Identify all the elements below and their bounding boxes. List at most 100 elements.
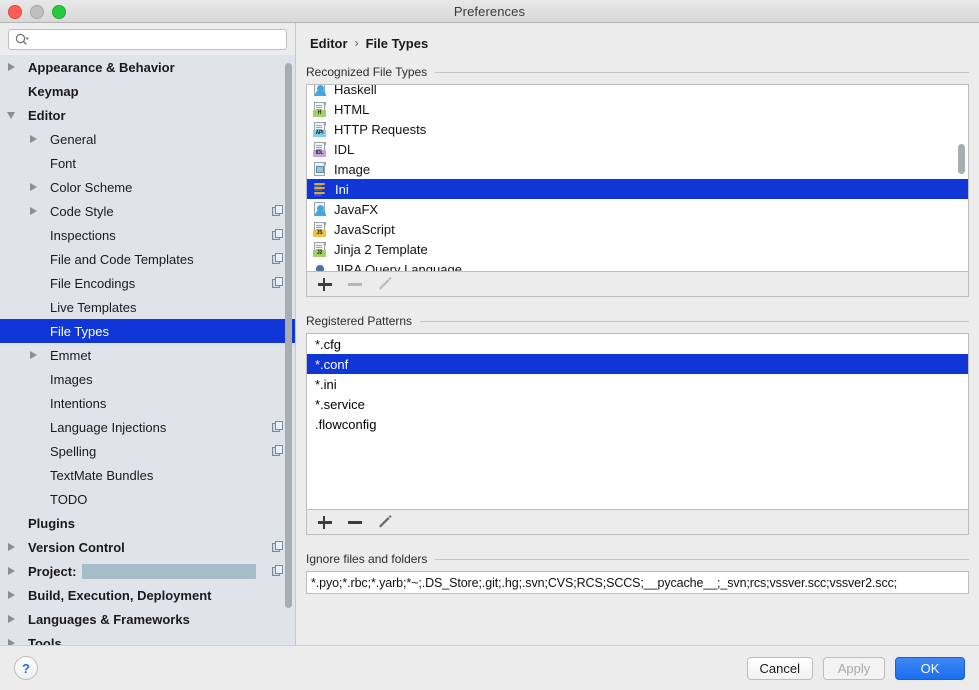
haskell-file-icon [313, 84, 327, 97]
pattern-row[interactable]: *.cfg [307, 334, 968, 354]
sidebar-item-languages-frameworks[interactable]: Languages & Frameworks [0, 607, 295, 631]
chevron-right-icon[interactable] [22, 183, 44, 191]
close-window-icon[interactable] [8, 5, 22, 19]
chevron-right-icon[interactable] [22, 135, 44, 143]
file-type-row[interactable]: APIHTTP Requests [307, 119, 968, 139]
sidebar-item-label: Languages & Frameworks [22, 612, 190, 627]
file-type-row[interactable]: Image [307, 159, 968, 179]
chevron-right-icon[interactable] [0, 615, 22, 623]
sidebar-item-label: Intentions [44, 396, 106, 411]
jinja-file-icon: J2 [313, 242, 327, 257]
chevron-right-icon[interactable] [0, 543, 22, 551]
add-icon[interactable] [317, 276, 333, 292]
apply-button[interactable]: Apply [823, 657, 885, 680]
pattern-row[interactable]: *.service [307, 394, 968, 414]
registered-patterns-toolbar [306, 510, 969, 535]
help-button[interactable]: ? [14, 656, 38, 680]
search-field[interactable] [8, 29, 287, 50]
sidebar-item-file-and-code-templates[interactable]: File and Code Templates [0, 247, 295, 271]
sidebar-item-label: Emmet [44, 348, 91, 363]
sidebar-item-label: General [44, 132, 96, 147]
dialog-body: Appearance & BehaviorKeymap Editor General… [0, 23, 979, 645]
file-type-row[interactable]: Ini [307, 179, 968, 199]
file-type-row[interactable]: J2 Jinja 2 Template [307, 239, 968, 259]
sidebar-item-label: File Encodings [44, 276, 135, 291]
maximize-window-icon[interactable] [52, 5, 66, 19]
edit-pencil-icon [377, 276, 393, 292]
add-icon[interactable] [317, 514, 333, 530]
file-type-row[interactable]: HHTML [307, 99, 968, 119]
file-type-label: JavaScript [334, 222, 395, 237]
edit-pencil-icon[interactable] [377, 514, 393, 530]
sidebar-item-file-types[interactable]: File Types [0, 319, 295, 343]
pattern-label: *.service [315, 397, 365, 412]
file-type-label: JavaFX [334, 202, 378, 217]
remove-icon[interactable] [347, 514, 363, 530]
pattern-row[interactable]: *.conf [307, 354, 968, 374]
chevron-right-icon[interactable] [0, 639, 22, 645]
minimize-window-icon[interactable] [30, 5, 44, 19]
pattern-label: *.ini [315, 377, 337, 392]
file-type-row[interactable]: IDLIDL [307, 139, 968, 159]
sidebar-item-project[interactable]: Project: [0, 559, 295, 583]
sidebar-item-language-injections[interactable]: Language Injections [0, 415, 295, 439]
sidebar-item-appearance-behavior[interactable]: Appearance & Behavior [0, 55, 295, 79]
sidebar-item-label: Color Scheme [44, 180, 132, 195]
sidebar-item-file-encodings[interactable]: File Encodings [0, 271, 295, 295]
window-title: Preferences [0, 4, 979, 19]
sidebar-item-color-scheme[interactable]: Color Scheme [0, 175, 295, 199]
file-types-scrollbar-track[interactable] [957, 87, 966, 269]
sidebar-item-code-style[interactable]: Code Style [0, 199, 295, 223]
sidebar-item-spelling[interactable]: Spelling [0, 439, 295, 463]
registered-patterns-list[interactable]: *.cfg*.conf *.ini *.service .flowconfig [306, 333, 969, 510]
sidebar-item-intentions[interactable]: Intentions [0, 391, 295, 415]
chevron-down-icon[interactable] [0, 112, 22, 119]
file-type-row[interactable]: JSJavaScript [307, 219, 968, 239]
patterns-section-label: Registered Patterns [306, 314, 412, 328]
title-bar: Preferences [0, 0, 979, 23]
settings-tree[interactable]: Appearance & BehaviorKeymap Editor General… [0, 55, 295, 645]
sidebar-item-label: Build, Execution, Deployment [22, 588, 211, 603]
ok-button[interactable]: OK [895, 657, 965, 680]
file-type-label: Jinja 2 Template [334, 242, 428, 257]
file-type-row[interactable]: Haskell [307, 84, 968, 99]
sidebar-item-tools[interactable]: Tools [0, 631, 295, 645]
section-divider [435, 559, 969, 560]
pattern-row[interactable]: .flowconfig [307, 414, 968, 434]
sidebar-scrollbar-thumb[interactable] [285, 63, 292, 608]
sidebar-item-font[interactable]: Font [0, 151, 295, 175]
search-input[interactable] [33, 33, 280, 47]
sidebar-item-emmet[interactable]: Emmet [0, 343, 295, 367]
settings-sidebar: Appearance & BehaviorKeymap Editor General… [0, 23, 296, 645]
sidebar-item-inspections[interactable]: Inspections [0, 223, 295, 247]
chevron-right-icon[interactable] [22, 351, 44, 359]
sidebar-item-todo[interactable]: TODO [0, 487, 295, 511]
sidebar-scrollbar-track[interactable] [284, 57, 293, 643]
ignore-section-label: Ignore files and folders [306, 552, 427, 566]
sidebar-item-images[interactable]: Images [0, 367, 295, 391]
file-types-scrollbar-thumb[interactable] [958, 144, 965, 174]
sidebar-item-version-control[interactable]: Version Control [0, 535, 295, 559]
cancel-button[interactable]: Cancel [747, 657, 813, 680]
recognized-file-types-list[interactable]: HaskellHHTMLAPIHTTP RequestsIDLIDLImageI… [306, 84, 969, 272]
sidebar-item-textmate-bundles[interactable]: TextMate Bundles [0, 463, 295, 487]
chevron-right-icon[interactable] [22, 207, 44, 215]
sidebar-item-editor[interactable]: Editor [0, 103, 295, 127]
sidebar-item-label: Editor [22, 108, 66, 123]
chevron-right-icon[interactable] [0, 63, 22, 71]
sidebar-item-keymap[interactable]: Keymap [0, 79, 295, 103]
sidebar-item-general[interactable]: General [0, 127, 295, 151]
sidebar-item-label: Inspections [44, 228, 116, 243]
recognized-section-header: Recognized File Types [306, 65, 969, 79]
pattern-row[interactable]: *.ini [307, 374, 968, 394]
chevron-right-icon[interactable] [0, 591, 22, 599]
ignore-files-input[interactable] [306, 571, 969, 594]
sidebar-item-plugins[interactable]: Plugins [0, 511, 295, 535]
breadcrumb-root[interactable]: Editor [310, 36, 348, 51]
file-type-row[interactable]: JavaFX [307, 199, 968, 219]
file-type-label: HTTP Requests [334, 122, 426, 137]
chevron-right-icon[interactable] [0, 567, 22, 575]
file-type-row[interactable]: JIRA Query Language [307, 259, 968, 272]
sidebar-item-build-execution-deployment[interactable]: Build, Execution, Deployment [0, 583, 295, 607]
sidebar-item-live-templates[interactable]: Live Templates [0, 295, 295, 319]
